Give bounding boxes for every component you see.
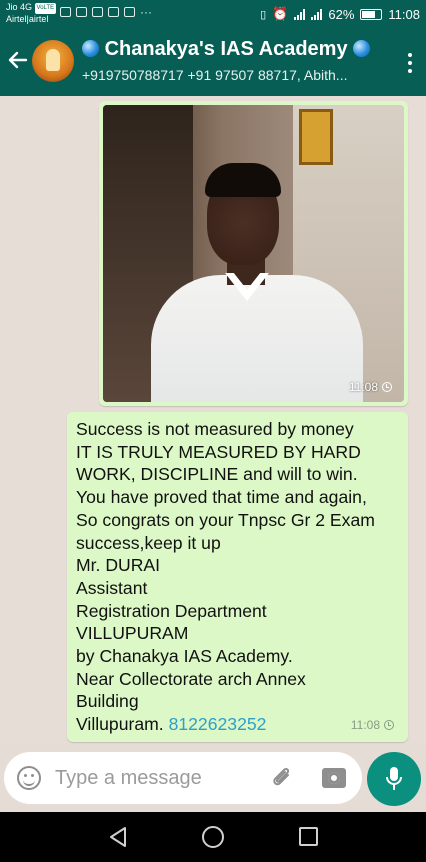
- youtube-notification-icon: [76, 7, 87, 17]
- clock-icon: [384, 720, 394, 730]
- more-vertical-icon[interactable]: [406, 50, 414, 76]
- message-line: IT IS TRULY MEASURED BY HARD: [76, 441, 361, 462]
- text-time-text: 11:08: [350, 718, 380, 732]
- status-bar: Jio 4G VoLTE Airtel|airtel ··· ▯ ⏰ 62% 1…: [0, 0, 426, 30]
- text-message[interactable]: Success is not measured by money IT IS T…: [67, 412, 408, 742]
- phone-number-link[interactable]: 8122623252: [169, 714, 267, 734]
- message-body: Success is not measured by money IT IS T…: [76, 418, 400, 736]
- carrier-info: Jio 4G VoLTE Airtel|airtel: [6, 2, 57, 25]
- chat-title-text: Chanakya's IAS Academy: [104, 38, 348, 60]
- photo-hair: [205, 163, 281, 197]
- nav-back-icon[interactable]: [108, 826, 128, 848]
- alarm-icon: ⏰: [272, 6, 289, 21]
- message-line: Near Collectorate arch Annex: [76, 668, 306, 689]
- clock-icon: [382, 382, 392, 392]
- message-line: WORK, DISCIPLINE and will to win.: [76, 464, 358, 485]
- chat-subtitle[interactable]: +919750788717 +91 97507 88717, Abith...: [82, 67, 382, 83]
- image-time-text: 11:08: [348, 380, 378, 394]
- message-composer: [4, 752, 362, 804]
- carrier-line2: Airtel|airtel: [6, 14, 49, 24]
- message-line: So congrats on your Tnpsc Gr 2 Exam: [76, 509, 375, 530]
- phone-notification-icon: [108, 7, 119, 17]
- message-line: Success is not measured by money: [76, 419, 354, 439]
- image-message[interactable]: 11:08: [99, 101, 408, 406]
- battery-icon: [360, 8, 383, 20]
- download-notification-icon: [124, 7, 135, 17]
- avatar[interactable]: [32, 40, 74, 82]
- message-line: success,keep it up: [76, 532, 221, 553]
- status-time: 11:08: [388, 6, 420, 22]
- microphone-icon: [386, 767, 402, 790]
- globe-icon: [82, 40, 99, 57]
- message-line: by Chanakya IAS Academy.: [76, 646, 293, 667]
- globe-icon: [353, 40, 371, 57]
- volte-badge: VoLTE: [34, 3, 57, 14]
- gmail-notification-icon: [92, 7, 103, 17]
- arrow-left-icon[interactable]: [6, 48, 32, 76]
- more-notifications-icon: ···: [140, 5, 152, 19]
- message-line-text: Villupuram.: [76, 714, 169, 735]
- carrier-line1: Jio 4G: [6, 2, 33, 12]
- chat-header: Chanakya's IAS Academy +919750788717 +91…: [0, 30, 426, 96]
- chat-title[interactable]: Chanakya's IAS Academy: [82, 38, 382, 61]
- emoji-icon[interactable]: [17, 766, 41, 790]
- text-message-time: 11:08: [351, 718, 394, 732]
- nav-recents-icon[interactable]: [299, 827, 318, 846]
- message-line: Assistant: [76, 577, 148, 598]
- notification-icons: ···: [60, 5, 152, 19]
- paperclip-icon[interactable]: [269, 764, 295, 792]
- signal-2-icon: [311, 8, 323, 20]
- navigation-bar: [0, 812, 426, 862]
- message-line: Registration Department: [76, 600, 267, 621]
- message-line: You have proved that time and again,: [76, 487, 367, 508]
- photo-wall-frame: [299, 109, 333, 165]
- vibrate-icon: ▯: [260, 8, 267, 21]
- photo[interactable]: 11:08: [103, 105, 404, 402]
- message-line: Mr. DURAI: [76, 555, 161, 576]
- message-notification-icon: [60, 7, 71, 17]
- message-input[interactable]: [55, 764, 255, 792]
- message-line: Building: [76, 691, 139, 712]
- signal-1-icon: [294, 8, 306, 20]
- message-line: VILLUPURAM: [76, 623, 189, 644]
- chat-area[interactable]: 11:08 Success is not measured by money I…: [0, 96, 426, 744]
- mic-button[interactable]: [367, 752, 421, 806]
- photo-shirt: [151, 275, 363, 402]
- nav-home-icon[interactable]: [202, 826, 224, 848]
- status-right: ▯ ⏰ 62% 11:08: [260, 6, 420, 22]
- camera-icon[interactable]: [322, 768, 346, 788]
- battery-percent: 62%: [328, 6, 355, 22]
- image-message-time: 11:08: [349, 380, 392, 394]
